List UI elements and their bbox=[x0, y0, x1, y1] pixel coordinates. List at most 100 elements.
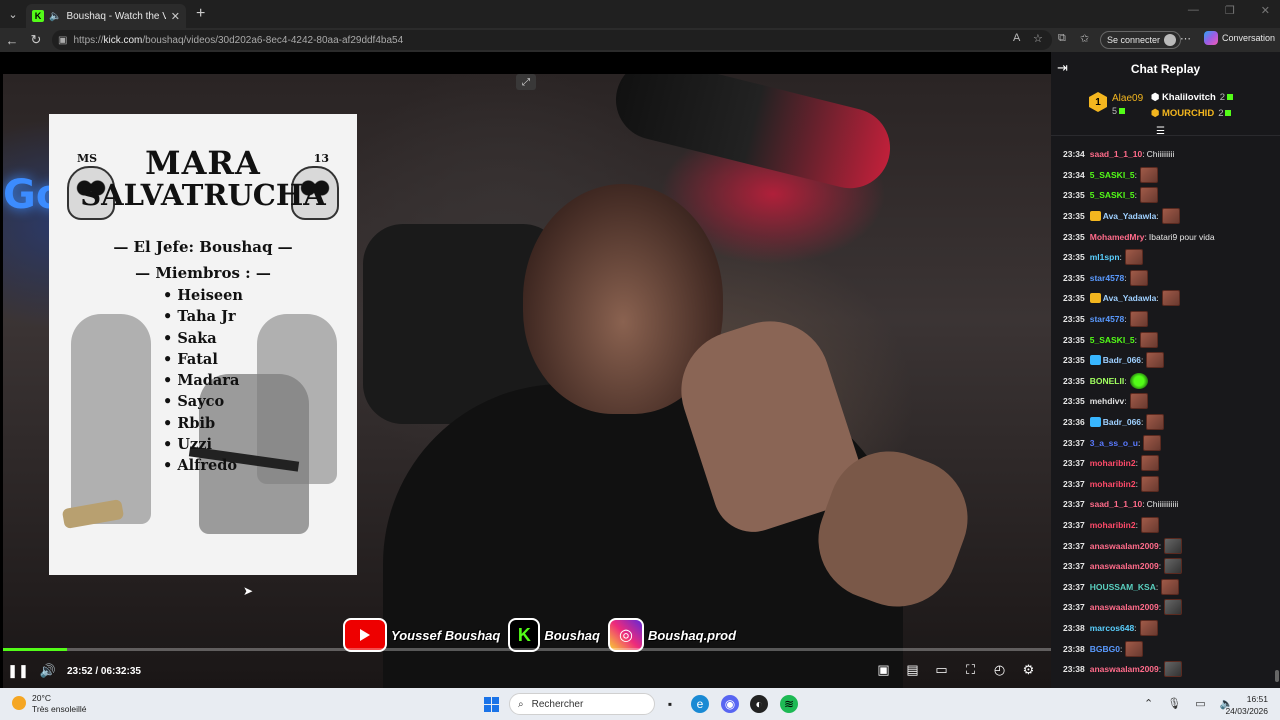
speaker-icon[interactable]: 🔈 bbox=[49, 11, 61, 22]
message-separator: : bbox=[1135, 519, 1138, 530]
volume-icon[interactable]: 🔊 bbox=[33, 663, 63, 679]
message-username[interactable]: 5_SASKI_5 bbox=[1090, 335, 1135, 345]
message-username[interactable]: star4578 bbox=[1090, 314, 1125, 324]
emote-icon bbox=[1140, 455, 1159, 472]
expand-leaderboard-icon[interactable]: ☰ bbox=[1156, 126, 1165, 137]
theater-mode-icon[interactable]: ▭ bbox=[933, 662, 950, 678]
fullscreen-icon[interactable]: ⛶ bbox=[962, 662, 979, 678]
more-options-icon[interactable]: ⋯ bbox=[1180, 32, 1191, 45]
leader-first-name[interactable]: Alae09 bbox=[1112, 93, 1143, 104]
chat-message: 23:35 5_SASKI_5: bbox=[1051, 185, 1280, 206]
close-window-button[interactable]: ✕ bbox=[1261, 4, 1270, 17]
pause-button[interactable]: ❚❚ bbox=[3, 663, 33, 679]
message-separator: : bbox=[1142, 499, 1145, 510]
message-username[interactable]: anaswaalam2009 bbox=[1090, 561, 1159, 571]
message-username[interactable]: Ava_Yadawla bbox=[1103, 211, 1157, 221]
tab-actions-menu[interactable]: ⌄ bbox=[0, 0, 26, 28]
close-tab-icon[interactable]: ✕ bbox=[171, 10, 180, 23]
taskbar-search[interactable]: ⌕ Rechercher bbox=[509, 693, 655, 715]
message-username[interactable]: mehdivv bbox=[1090, 396, 1125, 406]
message-username[interactable]: Badr_066 bbox=[1103, 417, 1141, 427]
message-username[interactable]: BONELII bbox=[1090, 376, 1124, 386]
chevron-up-icon[interactable]: ⌃ bbox=[1144, 697, 1153, 710]
message-username[interactable]: 5_SASKI_5 bbox=[1090, 170, 1135, 180]
message-username[interactable]: anaswaalam2009 bbox=[1090, 541, 1159, 551]
message-timestamp: 23:35 bbox=[1063, 396, 1085, 407]
emote-icon bbox=[1161, 290, 1180, 307]
message-text: Chiiiiiiiii bbox=[1146, 149, 1175, 160]
message-separator: : bbox=[1134, 622, 1137, 633]
chat-message: 23:34 5_SASKI_5: bbox=[1051, 165, 1280, 186]
favorite-star-icon[interactable]: ☆ bbox=[1033, 32, 1043, 45]
emote-icon bbox=[1140, 331, 1159, 348]
resize-icon[interactable]: ⤢ bbox=[516, 74, 536, 90]
message-username[interactable]: MohamedMry bbox=[1090, 232, 1145, 242]
extensions-icon[interactable]: ⧉ bbox=[1058, 32, 1066, 45]
chat-message: 23:37 HOUSSAM_KSA: bbox=[1051, 576, 1280, 597]
message-username[interactable]: Ava_Yadawla bbox=[1103, 293, 1157, 303]
leader-third[interactable]: ⬢ MOURCHID 2 bbox=[1151, 108, 1232, 119]
message-username[interactable]: saad_1_1_10 bbox=[1090, 149, 1142, 159]
subscriber-badge-icon bbox=[1089, 355, 1101, 366]
message-username[interactable]: Badr_066 bbox=[1103, 355, 1141, 365]
message-separator: : bbox=[1124, 272, 1127, 283]
message-username[interactable]: anaswaalam2009 bbox=[1090, 664, 1159, 674]
minimize-button[interactable]: — bbox=[1188, 4, 1199, 17]
favorites-icon[interactable]: ✩ bbox=[1080, 32, 1089, 45]
message-separator: : bbox=[1124, 314, 1127, 325]
discord-icon[interactable]: ◉ bbox=[721, 695, 739, 713]
message-username[interactable]: BGBG0 bbox=[1090, 644, 1120, 654]
copilot-label: Conversation bbox=[1222, 33, 1276, 43]
gift-leaderboard: 1 Alae09 5 ⬢ Khalilovitch 2 ⬢ MOURCHID 2 ☰ bbox=[1051, 86, 1280, 137]
leader-second[interactable]: ⬢ Khalilovitch 2 bbox=[1151, 92, 1234, 103]
message-separator: : bbox=[1156, 293, 1159, 304]
address-bar[interactable]: ▣ https://kick.com/boushaq/videos/30d202… bbox=[52, 30, 1052, 50]
clip-icon[interactable]: ▤ bbox=[904, 662, 921, 678]
message-username[interactable]: moharibin2 bbox=[1090, 479, 1136, 489]
browser-tab[interactable]: K 🔈 Boushaq - Watch the VOD on ✕ bbox=[26, 4, 186, 28]
task-view-icon[interactable]: ▪ bbox=[661, 695, 679, 713]
chat-message: 23:35 Ava_Yadawla: bbox=[1051, 206, 1280, 227]
message-username[interactable]: 5_SASKI_5 bbox=[1090, 190, 1135, 200]
maximize-button[interactable]: ❐ bbox=[1225, 4, 1235, 17]
sign-in-button[interactable]: Se connecter bbox=[1100, 31, 1182, 49]
kick-icon: K bbox=[508, 618, 541, 652]
refresh-button[interactable]: ↻ bbox=[24, 32, 48, 48]
message-username[interactable]: HOUSSAM_KSA bbox=[1090, 582, 1156, 592]
microphone-icon[interactable]: 🎙 bbox=[1167, 697, 1181, 710]
new-tab-button[interactable]: + bbox=[196, 5, 205, 23]
collapse-chat-icon[interactable]: ⇥ bbox=[1057, 60, 1068, 76]
message-username[interactable]: anaswaalam2009 bbox=[1090, 602, 1159, 612]
speed-icon[interactable]: ◴ bbox=[991, 662, 1008, 678]
site-info-icon[interactable]: ▣ bbox=[58, 35, 67, 46]
settings-gear-icon[interactable]: ⚙ bbox=[1020, 662, 1037, 678]
mini-player-icon[interactable]: ▣ bbox=[875, 662, 892, 678]
chat-message: 23:35 ml1spn: bbox=[1051, 247, 1280, 268]
message-username[interactable]: 3_a_ss_o_u bbox=[1090, 438, 1138, 448]
message-timestamp: 23:35 bbox=[1063, 293, 1085, 304]
network-icon[interactable]: ▭ bbox=[1195, 697, 1205, 710]
chat-scrollbar[interactable] bbox=[1275, 670, 1279, 682]
message-username[interactable]: moharibin2 bbox=[1090, 520, 1136, 530]
tab-title: Boushaq - Watch the VOD on bbox=[66, 10, 166, 22]
emote-icon bbox=[1124, 249, 1143, 266]
message-username[interactable]: saad_1_1_10 bbox=[1090, 499, 1142, 509]
player-controls: ❚❚ 🔊 23:52 / 06:32:35 ▣ ▤ ▭ ⛶ ◴ ⚙ bbox=[3, 656, 1051, 686]
video-player[interactable]: Go ⤢ MS 13 MARA SALVATRUCHA — El Jefe: B… bbox=[3, 74, 1051, 688]
message-username[interactable]: star4578 bbox=[1090, 273, 1125, 283]
clock[interactable]: 16:51 24/03/2026 bbox=[1225, 693, 1268, 717]
weather-widget[interactable]: 20°C Très ensoleillé bbox=[12, 693, 87, 715]
app-icon[interactable]: ◐ bbox=[750, 695, 768, 713]
back-button[interactable]: ← bbox=[0, 33, 24, 48]
message-username[interactable]: moharibin2 bbox=[1090, 458, 1136, 468]
edge-icon[interactable]: e bbox=[691, 695, 709, 713]
spotify-icon[interactable]: ≋ bbox=[780, 695, 798, 713]
message-username[interactable]: ml1spn bbox=[1090, 252, 1120, 262]
progress-bar[interactable] bbox=[3, 648, 1051, 651]
copilot-button[interactable]: Conversation bbox=[1204, 31, 1275, 45]
url-path: /boushaq/videos/30d202a6-8ec4-4242-80aa-… bbox=[142, 34, 404, 46]
windows-start-icon[interactable] bbox=[484, 697, 499, 712]
message-timestamp: 23:35 bbox=[1063, 231, 1085, 242]
message-username[interactable]: marcos648 bbox=[1090, 623, 1134, 633]
read-aloud-icon[interactable]: A bbox=[1013, 32, 1020, 44]
